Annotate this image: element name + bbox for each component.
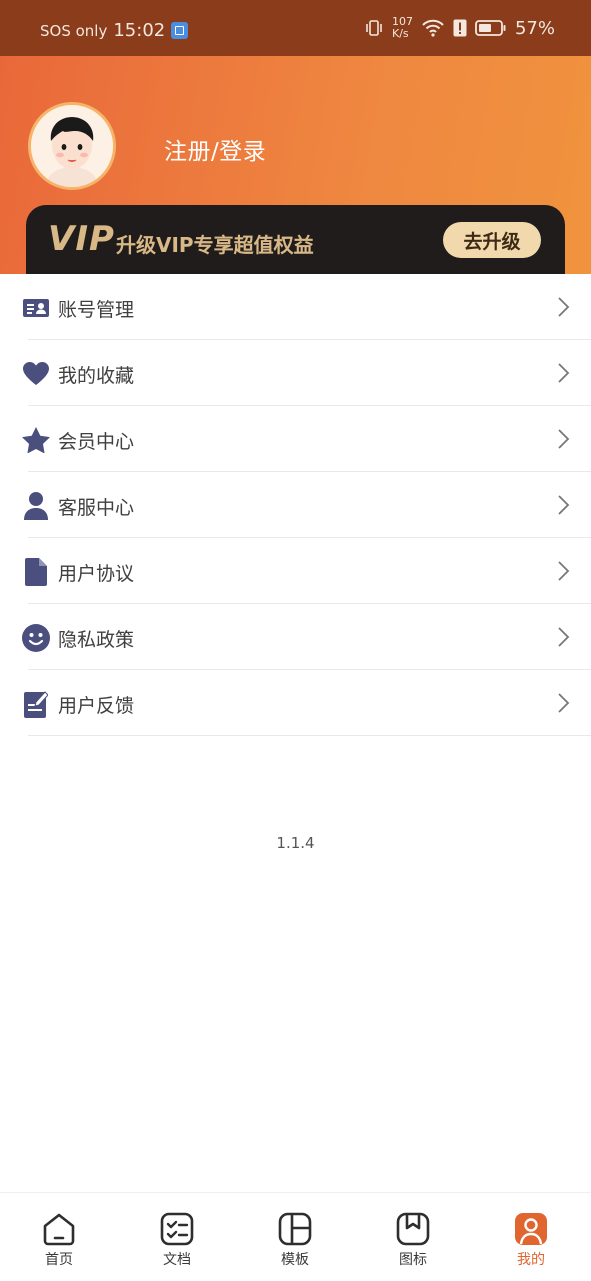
menu-item-label: 我的收藏 [58,365,135,387]
vip-promo-text: 升级VIP专享超值权益 [116,233,314,257]
menu-item-customer-service[interactable]: 客服中心 [0,472,591,538]
chevron-right-icon [558,561,570,581]
menu-item-label: 会员中心 [58,431,135,453]
bookmark-icon [396,1212,430,1246]
tab-templates[interactable]: 模板 [260,1211,330,1269]
upgrade-button[interactable]: 去升级 [443,222,541,258]
sos-text: SOS only [40,21,108,40]
status-bar: SOS only 15:02 107 K/s 57% [0,0,591,56]
alert-icon [453,19,467,37]
tab-icons[interactable]: 图标 [378,1211,448,1269]
menu-item-favorites[interactable]: 我的收藏 [0,340,591,406]
status-right: 107 K/s 57% [364,16,555,40]
app-notification-icon [171,22,189,39]
tab-label: 我的 [517,1252,545,1268]
menu-item-membership[interactable]: 会员中心 [0,406,591,472]
network-speed-unit: K/s [391,27,409,40]
chevron-right-icon [558,693,570,713]
settings-menu: 账号管理 我的收藏 会员中心 客服中心 用户协议 隐私政策 用户反馈 [0,274,591,736]
clock: 15:02 [113,20,166,41]
chevron-right-icon [558,495,570,515]
menu-item-user-agreement[interactable]: 用户协议 [0,538,591,604]
menu-item-account[interactable]: 账号管理 [0,274,591,340]
vip-banner[interactable]: VIP 升级VIP专享超值权益 去升级 [26,205,565,274]
chevron-right-icon [558,363,570,383]
vibrate-icon [366,20,382,36]
avatar[interactable] [28,102,116,190]
menu-item-label: 隐私政策 [58,629,135,651]
login-register-link[interactable]: 注册/登录 [164,132,266,166]
menu-item-privacy-policy[interactable]: 隐私政策 [0,604,591,670]
profile-header: 注册/登录 VIP 升级VIP专享超值权益 去升级 [0,56,591,274]
avatar-face-icon [31,105,113,187]
vip-logo: VIP [48,219,115,259]
chevron-right-icon [558,429,570,449]
user-icon [22,492,50,520]
tab-label: 文档 [163,1252,191,1268]
wifi-icon [422,19,444,37]
app-version: 1.1.4 [276,834,315,852]
tab-home[interactable]: 首页 [24,1211,94,1269]
document-icon [22,558,50,586]
menu-item-feedback[interactable]: 用户反馈 [0,670,591,736]
star-icon [22,426,50,454]
feedback-icon [22,690,50,718]
status-left: SOS only 15:02 [40,20,189,41]
tab-mine[interactable]: 我的 [496,1211,566,1269]
tab-label: 图标 [399,1252,427,1268]
tab-documents[interactable]: 文档 [142,1211,212,1269]
network-speed: 107 K/s [392,16,413,40]
battery-icon [475,20,506,36]
tab-label: 首页 [45,1252,73,1268]
heart-icon [22,360,50,388]
menu-item-label: 账号管理 [58,299,135,321]
tab-label: 模板 [281,1252,309,1268]
menu-item-label: 用户协议 [58,563,135,585]
chevron-right-icon [558,627,570,647]
menu-item-label: 客服中心 [58,497,135,519]
chevron-right-icon [558,297,570,317]
template-icon [278,1212,312,1246]
menu-item-label: 用户反馈 [58,695,135,717]
profile-icon [515,1213,547,1245]
id-card-icon [22,294,50,322]
bottom-tab-bar: 首页 文档 模板 图标 我的 [0,1192,591,1281]
home-icon [43,1213,75,1246]
smile-icon [22,624,50,652]
checklist-icon [160,1212,194,1246]
battery-percent: 57% [514,17,555,39]
